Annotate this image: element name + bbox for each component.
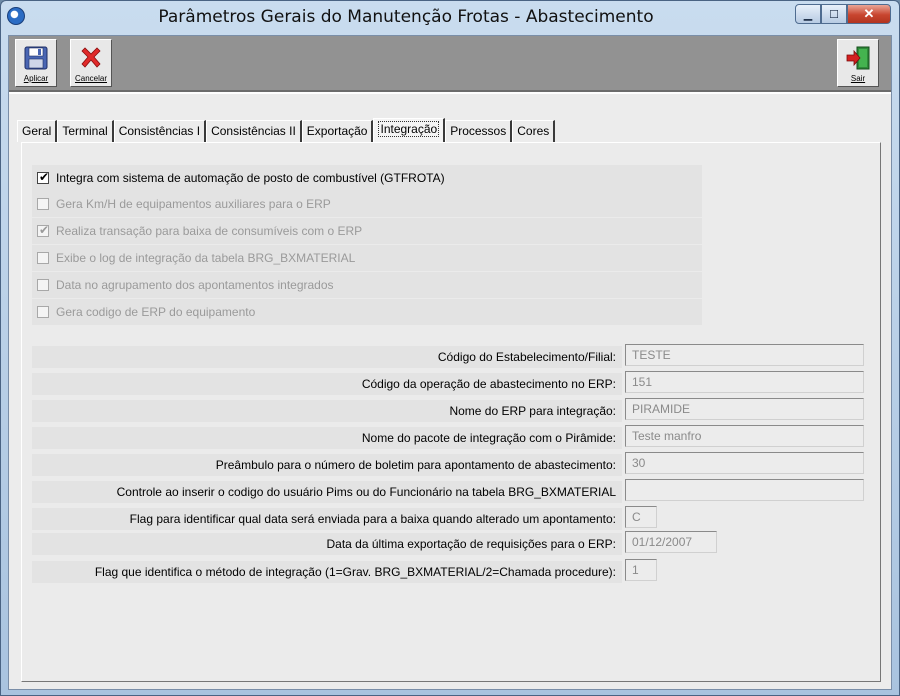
field-row-controle: Controle ao inserir o codigo do usuário … xyxy=(32,481,622,503)
cancel-button[interactable]: Cancelar xyxy=(70,39,112,87)
nome-erp-input[interactable]: PIRAMIDE xyxy=(625,398,864,420)
pacote-input[interactable]: Teste manfro xyxy=(625,425,864,447)
field-row-flag-data: Flag para identificar qual data será env… xyxy=(32,508,622,530)
tab-cores[interactable]: Cores xyxy=(512,120,556,142)
field-label: Flag para identificar qual data será env… xyxy=(129,512,616,526)
field-row-preambulo: Preâmbulo para o número de boletim para … xyxy=(32,454,622,476)
tab-processos[interactable]: Processos xyxy=(445,120,513,142)
checkbox-box xyxy=(37,279,49,291)
integration-panel: ✔ Integra com sistema de automação de po… xyxy=(21,142,881,682)
checkbox-box xyxy=(37,198,49,210)
field-label: Controle ao inserir o codigo do usuário … xyxy=(116,485,616,499)
save-icon xyxy=(23,45,49,71)
maximize-button[interactable]: ☐ xyxy=(821,4,847,24)
checkbox-label: Realiza transação para baixa de consumív… xyxy=(56,224,363,238)
estabelecimento-input[interactable]: TESTE xyxy=(625,344,864,366)
check-icon: ✔ xyxy=(38,170,50,184)
check-icon: ✔ xyxy=(38,223,50,237)
tab-consistencias-1[interactable]: Consistências I xyxy=(113,120,207,142)
checkbox-label: Gera codigo de ERP do equipamento xyxy=(56,305,256,319)
checkbox-label: Gera Km/H de equipamentos auxiliares par… xyxy=(56,197,331,211)
exit-button[interactable]: Sair xyxy=(837,39,879,87)
client-area: Aplicar Cancelar Sair Geral Terminal Con… xyxy=(8,35,892,690)
minimize-button[interactable]: ▁ xyxy=(795,4,821,24)
field-label: Código da operação de abastecimento no E… xyxy=(361,377,616,391)
ultima-exportacao-input[interactable]: 01/12/2007 xyxy=(625,531,717,553)
field-row-estabelecimento: Código do Estabelecimento/Filial: xyxy=(32,346,622,368)
main-window: Parâmetros Gerais do Manutenção Frotas -… xyxy=(0,0,900,696)
close-icon: ✕ xyxy=(863,6,875,21)
checkbox-box xyxy=(37,252,49,264)
checkbox-label: Data no agrupamento dos apontamentos int… xyxy=(56,278,334,292)
field-label: Data da última exportação de requisições… xyxy=(326,537,617,551)
checkbox-label: Exibe o log de integração da tabela BRG_… xyxy=(56,251,356,265)
cancel-label: Cancelar xyxy=(74,74,107,83)
tab-integracao[interactable]: Integração xyxy=(373,118,446,142)
operacao-input[interactable]: 151 xyxy=(625,371,864,393)
tab-control: Geral Terminal Consistências I Consistên… xyxy=(9,94,891,689)
toolbar: Aplicar Cancelar Sair xyxy=(9,36,891,92)
checkbox-exibe-log: Exibe o log de integração da tabela BRG_… xyxy=(32,245,702,271)
close-button[interactable]: ✕ xyxy=(847,4,891,24)
checkbox-gera-codigo-erp: Gera codigo de ERP do equipamento xyxy=(32,299,702,325)
controle-input[interactable] xyxy=(625,479,864,501)
checkbox-integra-gtfrota[interactable]: ✔ Integra com sistema de automação de po… xyxy=(32,165,702,191)
checkbox-box: ✔ xyxy=(37,223,50,237)
tab-exportacao[interactable]: Exportação xyxy=(301,120,374,142)
checkbox-data-agrupamento: Data no agrupamento dos apontamentos int… xyxy=(32,272,702,298)
tab-consistencias-2[interactable]: Consistências II xyxy=(206,120,302,142)
flag-data-input[interactable]: C xyxy=(625,506,657,528)
window-title: Parâmetros Gerais do Manutenção Frotas -… xyxy=(158,7,654,27)
exit-label: Sair xyxy=(850,74,866,83)
apply-label: Aplicar xyxy=(23,74,49,83)
tab-terminal[interactable]: Terminal xyxy=(57,120,114,142)
tab-strip: Geral Terminal Consistências I Consistên… xyxy=(17,118,556,142)
title-bar[interactable]: Parâmetros Gerais do Manutenção Frotas -… xyxy=(1,1,899,35)
field-label: Nome do pacote de integração com o Pirâm… xyxy=(361,431,616,445)
window-controls: ▁ ☐ ✕ xyxy=(795,4,891,24)
cancel-x-icon xyxy=(78,45,104,71)
tab-geral[interactable]: Geral xyxy=(17,120,58,142)
checkbox-label: Integra com sistema de automação de post… xyxy=(56,171,445,185)
field-row-metodo-integracao: Flag que identifica o método de integraç… xyxy=(32,561,622,583)
checkbox-realiza-transacao: ✔ Realiza transação para baixa de consum… xyxy=(32,218,702,244)
field-label: Flag que identifica o método de integraç… xyxy=(94,565,616,579)
field-row-ultima-exportacao: Data da última exportação de requisições… xyxy=(32,533,622,555)
apply-button[interactable]: Aplicar xyxy=(15,39,57,87)
checkbox-box xyxy=(37,306,49,318)
field-label: Nome do ERP para integração: xyxy=(449,404,616,418)
minimize-icon: ▁ xyxy=(803,8,813,21)
preambulo-input[interactable]: 30 xyxy=(625,452,864,474)
checkbox-gera-kmh: Gera Km/H de equipamentos auxiliares par… xyxy=(32,191,702,217)
field-label: Código do Estabelecimento/Filial: xyxy=(437,350,616,364)
field-label: Preâmbulo para o número de boletim para … xyxy=(215,458,616,472)
field-row-nome-erp: Nome do ERP para integração: xyxy=(32,400,622,422)
field-row-pacote: Nome do pacote de integração com o Pirâm… xyxy=(32,427,622,449)
metodo-integracao-input[interactable]: 1 xyxy=(625,559,657,581)
exit-door-icon xyxy=(845,45,871,71)
maximize-icon: ☐ xyxy=(829,8,839,21)
field-row-operacao: Código da operação de abastecimento no E… xyxy=(32,373,622,395)
checkbox-box[interactable]: ✔ xyxy=(37,170,50,184)
